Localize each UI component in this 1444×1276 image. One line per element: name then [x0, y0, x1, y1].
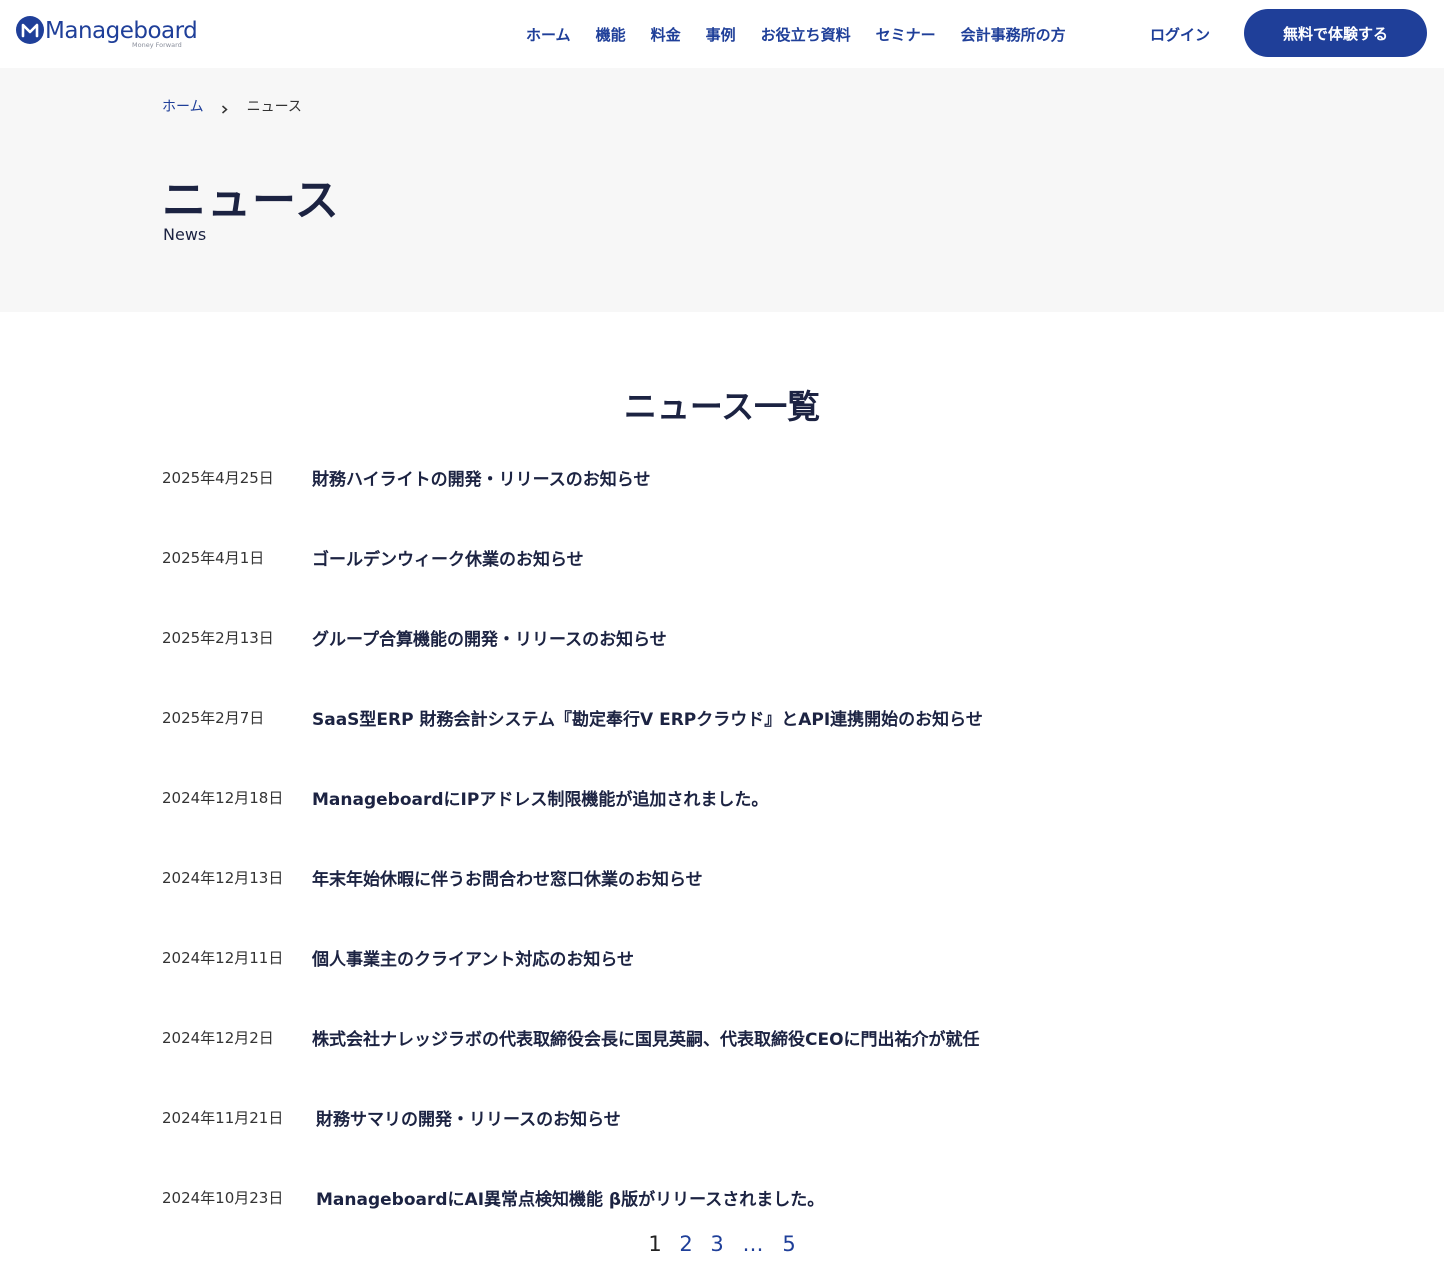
- main-nav: ホーム 機能 料金 事例 お役立ち資料 セミナー 会計事務所の方: [526, 0, 1091, 68]
- news-title[interactable]: 財務サマリの開発・リリースのお知らせ: [316, 1105, 621, 1130]
- breadcrumb: ホーム ニュース: [162, 96, 302, 116]
- news-date: 2025年2月7日: [162, 708, 265, 727]
- page-1-current: 1: [648, 1232, 662, 1256]
- pagination-ellipsis: …: [742, 1232, 764, 1256]
- news-title[interactable]: ManageboardにIPアドレス制限機能が追加されました。: [312, 785, 768, 810]
- site-header: Manageboard Money Forward ホーム 機能 料金 事例 お…: [0, 0, 1444, 68]
- page-last-link[interactable]: 5: [781, 1232, 798, 1256]
- page-title: ニュース: [162, 175, 340, 226]
- pagination: 1 2 3 … 5: [0, 1232, 1444, 1256]
- news-item[interactable]: 2025年4月1日 ゴールデンウィーク休業のお知らせ: [162, 517, 1282, 597]
- nav-item-home[interactable]: ホーム: [526, 24, 571, 45]
- news-date: 2025年4月25日: [162, 468, 274, 487]
- nav-item-seminars[interactable]: セミナー: [876, 24, 936, 45]
- news-item[interactable]: 2024年12月13日 年末年始休暇に伴うお問合わせ窓口休業のお知らせ: [162, 837, 1282, 917]
- news-title[interactable]: 財務ハイライトの開発・リリースのお知らせ: [312, 465, 650, 490]
- news-item[interactable]: 2024年12月11日 個人事業主のクライアント対応のお知らせ: [162, 917, 1282, 997]
- news-list-heading: ニュース一覧: [623, 387, 821, 426]
- news-title[interactable]: ゴールデンウィーク休業のお知らせ: [312, 545, 584, 570]
- news-title[interactable]: グループ合算機能の開発・リリースのお知らせ: [312, 625, 667, 650]
- news-date: 2025年4月1日: [162, 548, 265, 567]
- nav-item-pricing[interactable]: 料金: [651, 24, 681, 45]
- breadcrumb-current: ニュース: [246, 99, 302, 115]
- page-3-link[interactable]: 3: [709, 1232, 726, 1256]
- logo-m-icon: [16, 16, 44, 44]
- nav-item-features[interactable]: 機能: [596, 24, 626, 45]
- page-subtitle: News: [163, 225, 207, 244]
- news-title[interactable]: 株式会社ナレッジラボの代表取締役会長に国見英嗣、代表取締役CEOに門出祐介が就任: [312, 1025, 980, 1050]
- nav-item-resources[interactable]: お役立ち資料: [761, 24, 851, 45]
- news-item[interactable]: 2025年2月13日 グループ合算機能の開発・リリースのお知らせ: [162, 597, 1282, 677]
- free-trial-button[interactable]: 無料で体験する: [1244, 9, 1427, 57]
- news-item[interactable]: 2024年12月18日 ManageboardにIPアドレス制限機能が追加されま…: [162, 757, 1282, 837]
- news-date: 2024年12月2日: [162, 1028, 274, 1047]
- chevron-right-icon: [220, 102, 229, 114]
- news-title[interactable]: ManageboardにAI異常点検知機能 β版がリリースされました。: [316, 1185, 824, 1210]
- news-date: 2024年12月18日: [162, 788, 284, 807]
- news-date: 2024年12月13日: [162, 868, 284, 887]
- logo-tagline: Money Forward: [132, 41, 182, 49]
- news-item[interactable]: 2025年2月7日 SaaS型ERP 財務会計システム『勘定奉行V ERPクラウ…: [162, 677, 1282, 757]
- news-title[interactable]: 個人事業主のクライアント対応のお知らせ: [312, 945, 634, 970]
- news-title[interactable]: SaaS型ERP 財務会計システム『勘定奉行V ERPクラウド』とAPI連携開始…: [312, 705, 983, 730]
- page-hero: ホーム ニュース ニュース News: [0, 68, 1444, 312]
- nav-item-accounting-firms[interactable]: 会計事務所の方: [961, 24, 1066, 45]
- page-2-link[interactable]: 2: [678, 1232, 695, 1256]
- news-date: 2024年11月21日: [162, 1108, 284, 1127]
- news-date: 2024年12月11日: [162, 948, 284, 967]
- manageboard-logo[interactable]: Manageboard Money Forward: [16, 14, 198, 50]
- news-item[interactable]: 2024年11月21日 財務サマリの開発・リリースのお知らせ: [162, 1077, 1282, 1157]
- news-item[interactable]: 2024年10月23日 ManageboardにAI異常点検知機能 β版がリリー…: [162, 1157, 1282, 1237]
- news-list: 2025年4月25日 財務ハイライトの開発・リリースのお知らせ 2025年4月1…: [162, 437, 1282, 1237]
- news-date: 2024年10月23日: [162, 1188, 284, 1207]
- news-date: 2025年2月13日: [162, 628, 274, 647]
- news-item[interactable]: 2025年4月25日 財務ハイライトの開発・リリースのお知らせ: [162, 437, 1282, 517]
- nav-item-cases[interactable]: 事例: [706, 24, 736, 45]
- breadcrumb-home[interactable]: ホーム: [162, 96, 204, 116]
- news-title[interactable]: 年末年始休暇に伴うお問合わせ窓口休業のお知らせ: [312, 865, 703, 890]
- news-item[interactable]: 2024年12月2日 株式会社ナレッジラボの代表取締役会長に国見英嗣、代表取締役…: [162, 997, 1282, 1077]
- login-link[interactable]: ログイン: [1150, 0, 1210, 68]
